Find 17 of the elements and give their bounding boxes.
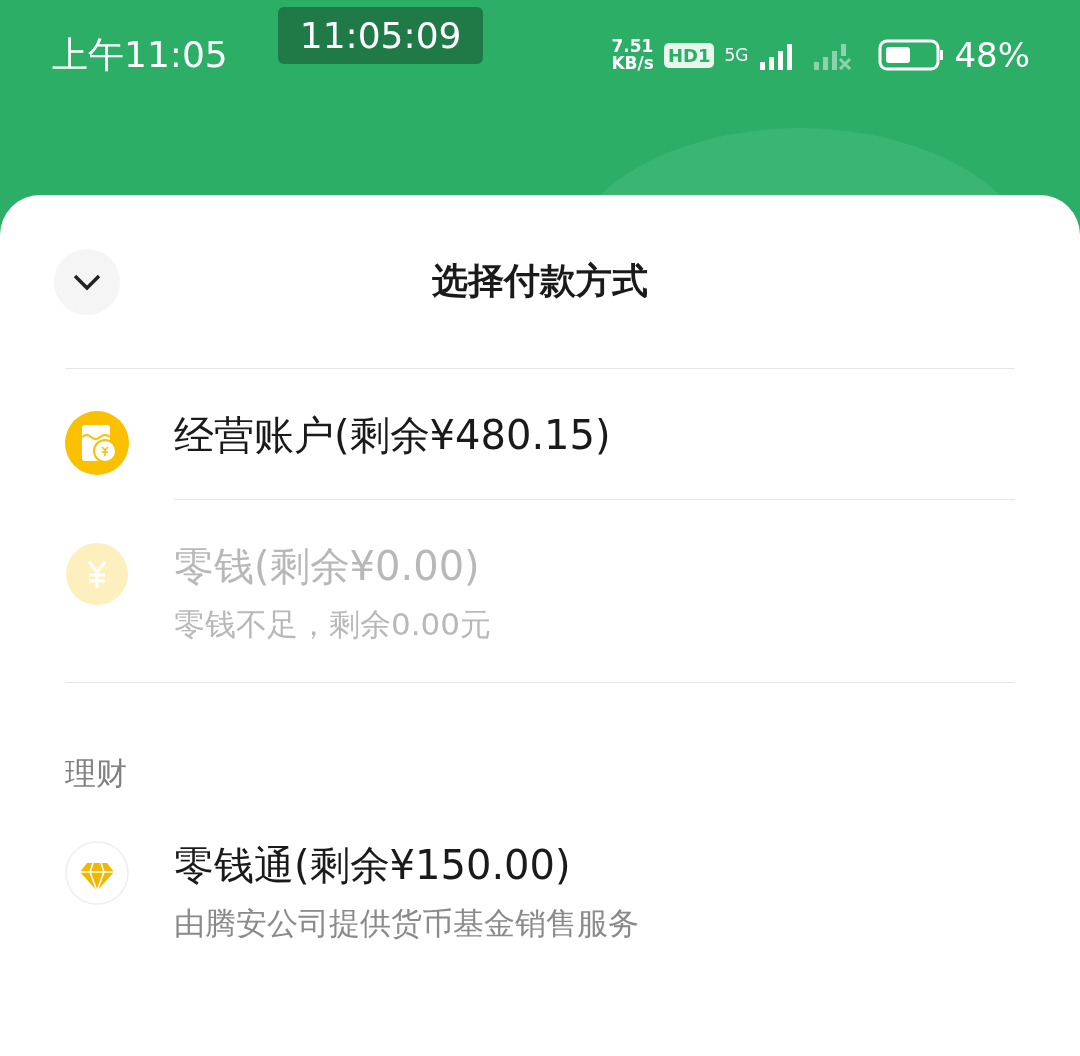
yuan-coin-icon bbox=[65, 542, 129, 606]
battery-percent: 48% bbox=[954, 35, 1030, 75]
section-label: 理财 bbox=[64, 754, 128, 793]
clock-badge: 11:05:09 bbox=[277, 6, 484, 64]
net-unit: KB/s bbox=[611, 55, 654, 72]
chevron-down-icon bbox=[72, 273, 102, 291]
hd-badge: HD1 bbox=[663, 42, 715, 68]
shop-coin-icon bbox=[65, 411, 129, 475]
network-type: 5G bbox=[724, 46, 749, 64]
status-time: 上午11:05 bbox=[52, 32, 228, 77]
option-note: 由腾安公司提供货币基金销售服务 bbox=[174, 904, 640, 943]
battery-icon bbox=[878, 39, 945, 71]
payment-option[interactable]: 经营账户(剩余¥480.15) bbox=[174, 407, 1015, 463]
payment-option[interactable]: 零钱通(剩余¥150.00) bbox=[174, 837, 1015, 893]
sheet-title: 选择付款方式 bbox=[432, 259, 648, 303]
option-note: 零钱不足，剩余0.00元 bbox=[174, 605, 493, 644]
net-speed: 7.51 bbox=[611, 38, 654, 55]
